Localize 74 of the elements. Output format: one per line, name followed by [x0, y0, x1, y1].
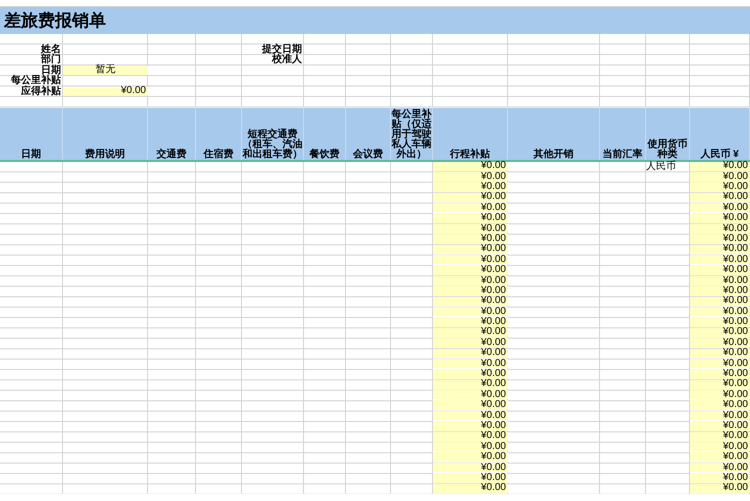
column-header: 住宿费 — [196, 108, 242, 160]
table-cell: ¥0.00 — [433, 473, 508, 483]
column-header: 行程补贴 — [433, 108, 508, 160]
table-cell: ¥0.00 — [690, 286, 750, 296]
table-cell: ¥0.00 — [690, 348, 750, 358]
column-header: 会议费 — [346, 108, 391, 160]
field-label: 日期 — [41, 66, 61, 76]
field-label: 提交日期 — [262, 44, 302, 55]
table-cell: ¥0.00 — [690, 390, 750, 400]
table-cell: ¥0.00 — [433, 203, 508, 212]
table-cell: ¥0.00 — [433, 265, 508, 275]
table-cell: ¥0.00 — [433, 380, 508, 390]
table-cell: ¥0.00 — [433, 338, 508, 348]
table-cell: ¥0.00 — [433, 432, 508, 442]
column-header: 餐饮费 — [304, 108, 346, 160]
column-header: 当前汇率 — [600, 108, 646, 160]
column-header: 每公里补贴（仅适用于驾驶私人车辆外出） — [391, 108, 433, 160]
table-cell: ¥0.00 — [433, 182, 508, 192]
column-header: 使用货币种类 — [646, 108, 690, 160]
table-cell: ¥0.00 — [433, 162, 508, 171]
table-cell: ¥0.00 — [433, 192, 508, 202]
table-cell: ¥0.00 — [690, 213, 750, 223]
column-header: 日期 — [0, 108, 63, 160]
table-cell: 人民币 — [646, 162, 676, 172]
column-header: 费用说明 — [63, 108, 148, 160]
table-cell: ¥0.00 — [433, 317, 508, 327]
table-cell: ¥0.00 — [690, 265, 750, 275]
table-cell: ¥0.00 — [433, 484, 508, 493]
table-cell: ¥0.00 — [433, 390, 508, 400]
table-cell: ¥0.00 — [690, 162, 750, 171]
table-cell: ¥0.00 — [690, 380, 750, 390]
column-header: 其他开销 — [508, 108, 600, 160]
table-cell: ¥0.00 — [690, 338, 750, 348]
table-cell: ¥0.00 — [433, 452, 508, 462]
table-cell: ¥0.00 — [690, 192, 750, 202]
table-cell: ¥0.00 — [433, 234, 508, 244]
table-cell: ¥0.00 — [433, 400, 508, 410]
table-cell: ¥0.00 — [433, 369, 508, 379]
table-cell: ¥0.00 — [433, 244, 508, 254]
table-cell: ¥0.00 — [690, 203, 750, 212]
field-label: 姓名 — [41, 44, 61, 55]
table-cell: ¥0.00 — [690, 484, 750, 493]
table-cell: ¥0.00 — [690, 296, 750, 306]
table-cell: ¥0.00 — [433, 296, 508, 306]
table-cell: ¥0.00 — [433, 442, 508, 452]
table-cell: ¥0.00 — [690, 452, 750, 462]
table-cell: ¥0.00 — [690, 442, 750, 452]
table-cell: ¥0.00 — [690, 400, 750, 410]
table-cell: ¥0.00 — [690, 182, 750, 192]
table-cell: ¥0.00 — [690, 317, 750, 327]
table-cell: ¥0.00 — [433, 348, 508, 358]
field-value[interactable]: ¥0.00 — [63, 86, 148, 96]
field-value[interactable]: 暂无 — [63, 66, 148, 75]
field-label: 每公里补贴 — [11, 76, 61, 86]
table-cell: ¥0.00 — [690, 234, 750, 244]
field-label: 部门 — [41, 55, 61, 66]
table-cell: ¥0.00 — [433, 255, 508, 264]
column-header: 人民币 ¥ — [690, 108, 750, 160]
field-label: 应得补贴 — [21, 86, 61, 97]
table-cell: ¥0.00 — [433, 286, 508, 296]
table-cell: ¥0.00 — [690, 369, 750, 379]
column-header: 短程交通费（租车、汽油和出租车费） — [242, 108, 304, 160]
table-cell: ¥0.00 — [690, 432, 750, 442]
table-cell: ¥0.00 — [690, 255, 750, 264]
table-cell: ¥0.00 — [690, 244, 750, 254]
table-cell: ¥0.00 — [433, 328, 508, 338]
field-label: 校准人 — [272, 55, 302, 66]
sheet-title: 差旅费报销单 — [4, 10, 106, 30]
column-header: 交通费 — [148, 108, 196, 160]
table-cell: ¥0.00 — [690, 473, 750, 483]
table-cell: ¥0.00 — [433, 421, 508, 431]
table-cell: ¥0.00 — [690, 421, 750, 431]
table-cell: ¥0.00 — [433, 213, 508, 223]
table-cell: ¥0.00 — [690, 328, 750, 338]
